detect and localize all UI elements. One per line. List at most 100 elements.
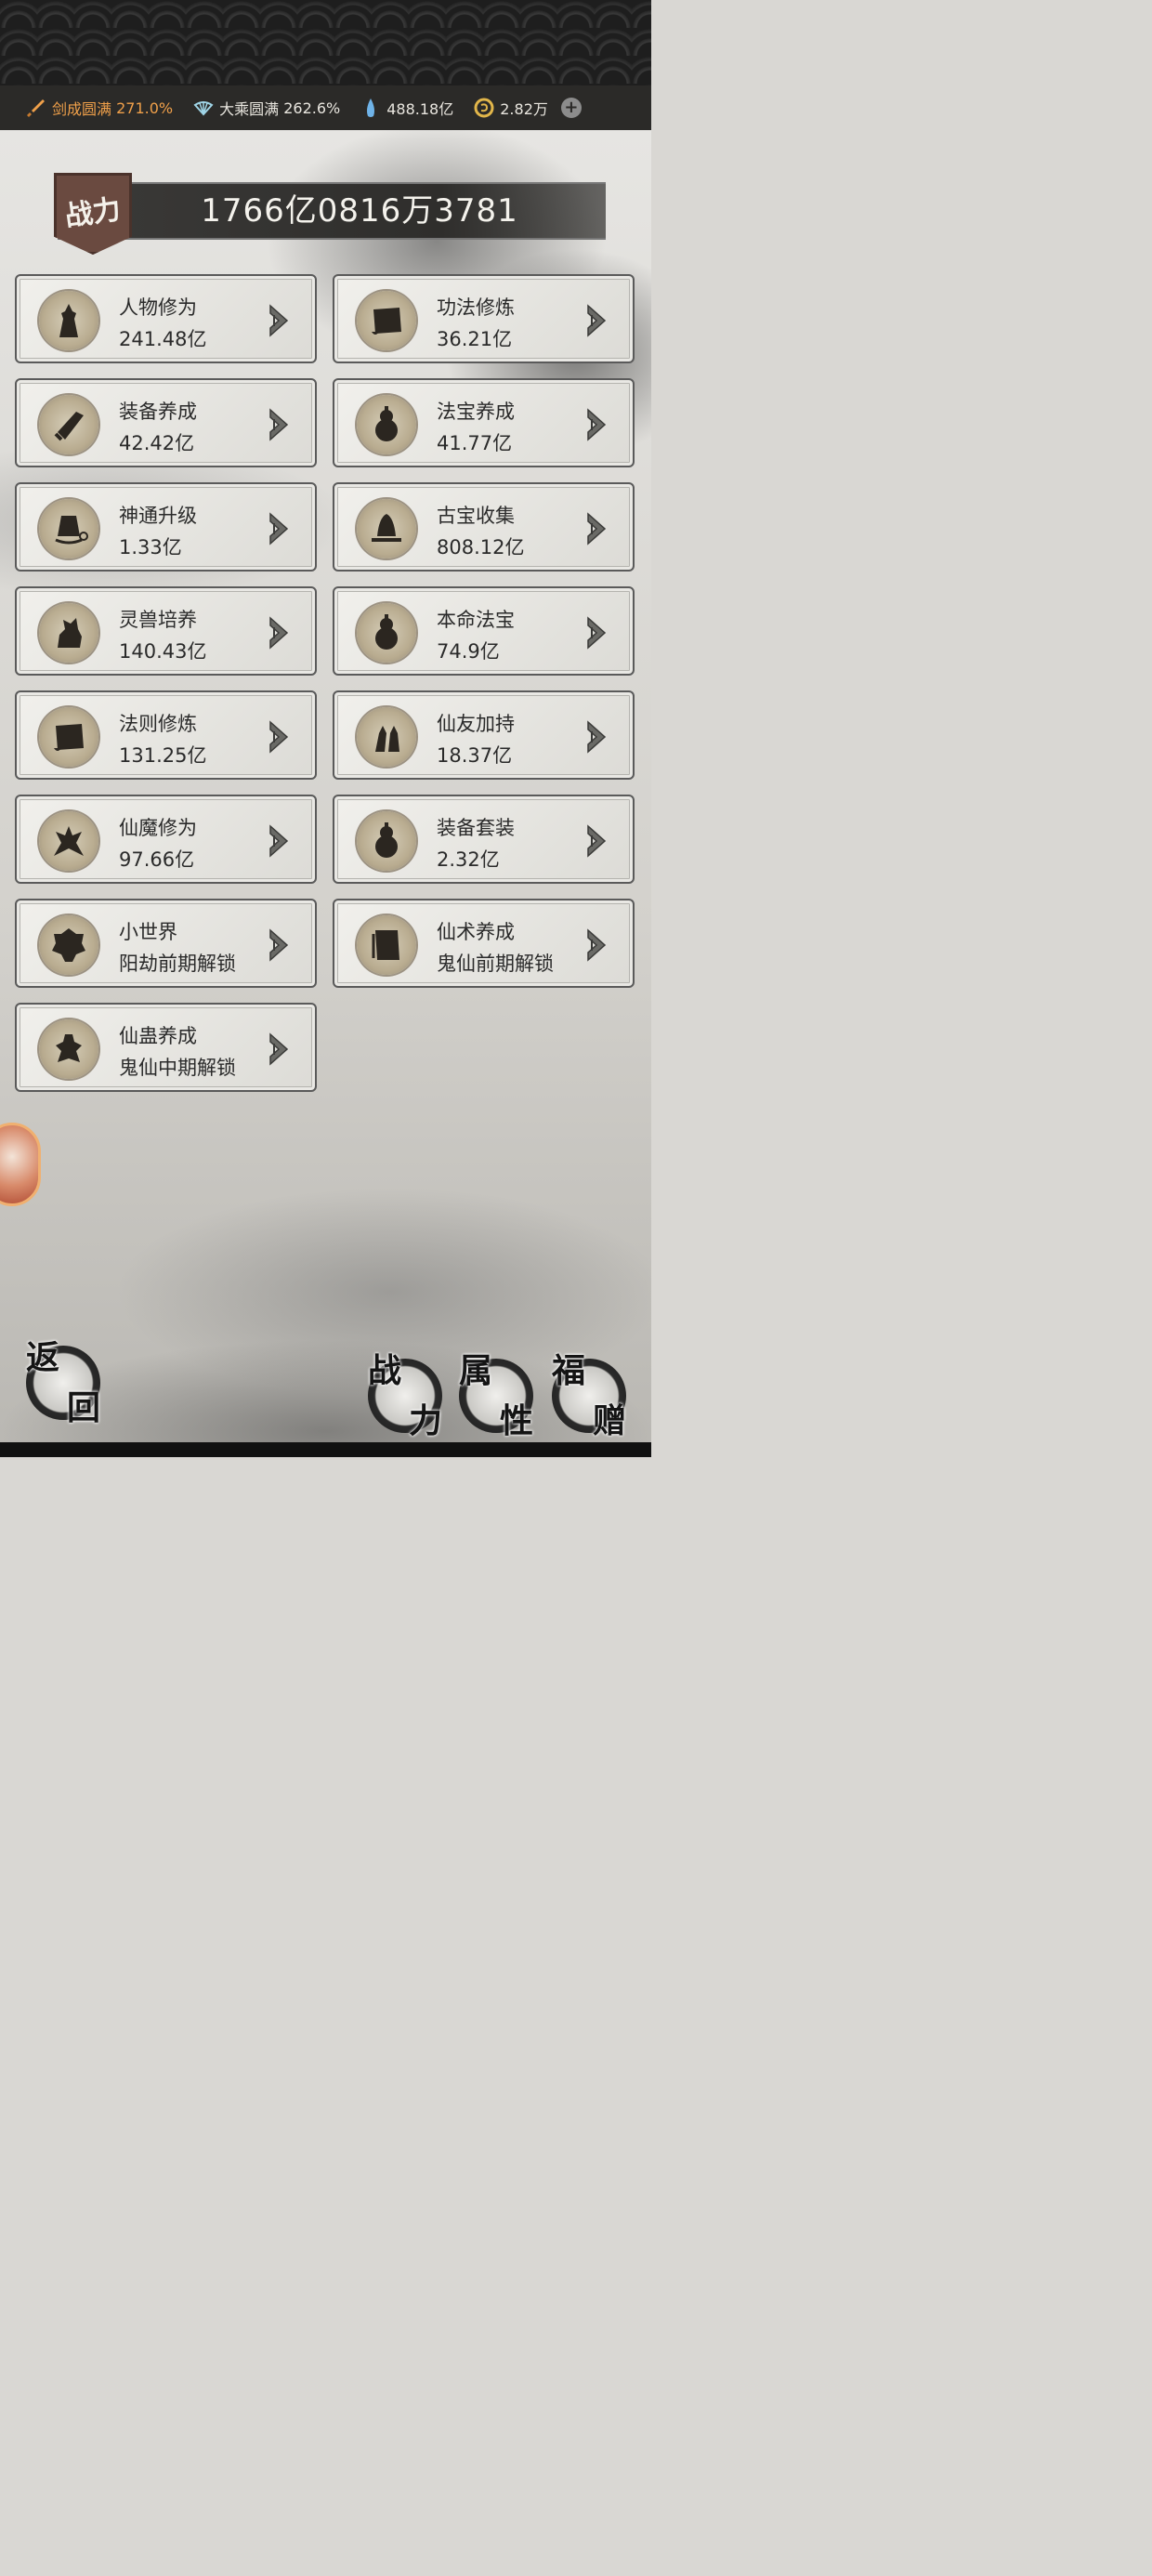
coin-icon	[474, 98, 494, 118]
power-banner-label: 战力	[62, 192, 124, 234]
card-emblem	[357, 915, 416, 975]
crystal-icon	[367, 99, 375, 117]
back-char-1: 返	[26, 1338, 60, 1377]
world-icon	[52, 928, 85, 962]
chevron-right-icon[interactable]	[268, 510, 291, 547]
chevron-right-icon[interactable]	[268, 1031, 291, 1068]
chevron-right-icon[interactable]	[586, 510, 609, 547]
card-value: 131.25亿	[119, 744, 207, 767]
spirit-stones: 488.18亿	[360, 97, 453, 119]
card-value: 74.9亿	[437, 640, 500, 663]
power-card[interactable]: 灵兽培养 140.43亿	[15, 586, 317, 676]
power-card[interactable]: 小世界 阳劫前期解锁	[15, 899, 317, 988]
card-title: 小世界	[119, 921, 177, 943]
chevron-right-icon[interactable]	[268, 927, 291, 964]
card-emblem	[39, 603, 98, 663]
card-title: 本命法宝	[437, 609, 515, 631]
gourd-icon	[375, 614, 398, 650]
tab-gifts-char-1: 福	[552, 1351, 586, 1390]
card-value: 36.21亿	[437, 328, 513, 350]
equipment-icon	[54, 412, 84, 441]
tab-gifts[interactable]: 福赠	[552, 1351, 626, 1438]
chevron-right-icon[interactable]	[586, 614, 609, 651]
spirit-stones-value: 488.18亿	[386, 100, 454, 118]
card-title: 仙魔修为	[119, 817, 197, 839]
card-value: 鬼仙中期解锁	[119, 1057, 236, 1079]
card-emblem	[357, 499, 416, 559]
power-card[interactable]: 装备养成 42.42亿	[15, 378, 317, 467]
power-card[interactable]: 人物修为 241.48亿	[15, 274, 317, 363]
card-value: 鬼仙前期解锁	[437, 953, 554, 975]
card-title: 法宝养成	[437, 401, 515, 423]
realm-sword: 剑成圆满 271.0%	[26, 97, 173, 119]
card-title: 神通升级	[119, 505, 197, 527]
tab-attributes-char-2: 性	[499, 1400, 533, 1440]
power-card[interactable]: 功法修炼 36.21亿	[333, 274, 635, 363]
card-title: 古宝收集	[437, 505, 515, 527]
chevron-right-icon[interactable]	[268, 406, 291, 443]
chevron-right-icon[interactable]	[586, 406, 609, 443]
fan-icon	[193, 101, 214, 116]
realm2-value: 262.6%	[283, 99, 341, 117]
power-card[interactable]: 仙术养成 鬼仙前期解锁	[333, 899, 635, 988]
power-card[interactable]: 装备套装 2.32亿	[333, 795, 635, 884]
tab-attributes[interactable]: 属性	[459, 1351, 533, 1440]
chevron-right-icon[interactable]	[586, 718, 609, 756]
scroll-icon	[54, 724, 84, 751]
beast-icon	[58, 618, 82, 648]
resource-bar: 剑成圆满 271.0% 大乘圆满 262.6% 488.18亿 2.82万 +	[0, 85, 651, 130]
power-card[interactable]: 仙友加持 18.37亿	[333, 690, 635, 780]
chevron-right-icon[interactable]	[586, 302, 609, 339]
chevron-right-icon[interactable]	[268, 302, 291, 339]
power-card[interactable]: 本命法宝 74.9亿	[333, 586, 635, 676]
scroll-icon	[372, 308, 401, 335]
demon-icon	[54, 826, 84, 856]
card-emblem	[39, 1019, 98, 1079]
card-value: 41.77亿	[437, 432, 513, 454]
card-emblem	[39, 707, 98, 767]
realm-fan: 大乘圆满 262.6%	[193, 97, 340, 119]
decorative-wave-band	[0, 0, 651, 85]
card-title: 法则修炼	[119, 713, 197, 735]
card-emblem	[357, 291, 416, 350]
card-emblem	[39, 811, 98, 871]
card-emblem	[39, 499, 98, 559]
realm2-label: 大乘圆满	[219, 100, 280, 118]
chevron-right-icon[interactable]	[586, 927, 609, 964]
card-value: 42.42亿	[119, 432, 195, 454]
chevron-right-icon[interactable]	[586, 822, 609, 860]
card-emblem	[357, 707, 416, 767]
power-card[interactable]: 法则修炼 131.25亿	[15, 690, 317, 780]
chevron-right-icon[interactable]	[268, 718, 291, 756]
card-value: 140.43亿	[119, 640, 207, 663]
power-card[interactable]: 神通升级 1.33亿	[15, 482, 317, 572]
card-emblem	[357, 811, 416, 871]
card-value: 阳劫前期解锁	[119, 953, 236, 975]
card-value: 1.33亿	[119, 536, 182, 559]
power-card[interactable]: 古宝收集 808.12亿	[333, 482, 635, 572]
gourd-icon	[375, 822, 398, 858]
back-button[interactable]: 返回	[26, 1338, 100, 1427]
avatar[interactable]	[0, 1123, 41, 1206]
bottom-strip	[0, 1442, 651, 1457]
back-char-2: 回	[66, 1387, 100, 1427]
bell-icon	[55, 516, 88, 545]
tab-power[interactable]: 战力	[368, 1351, 442, 1438]
card-emblem	[39, 291, 98, 350]
realm1-label: 剑成圆满	[52, 100, 112, 118]
tab-attributes-char-1: 属	[459, 1351, 493, 1390]
card-title: 装备养成	[119, 401, 197, 423]
power-card[interactable]: 仙蛊养成 鬼仙中期解锁	[15, 1003, 317, 1092]
chevron-right-icon[interactable]	[268, 614, 291, 651]
currency: 2.82万	[474, 97, 548, 119]
chevron-right-icon[interactable]	[268, 822, 291, 860]
add-currency-button[interactable]: +	[560, 98, 582, 118]
card-title: 灵兽培养	[119, 609, 197, 631]
tab-power-char-1: 战	[368, 1351, 402, 1390]
power-card[interactable]: 仙魔修为 97.66亿	[15, 795, 317, 884]
power-card[interactable]: 法宝养成 41.77亿	[333, 378, 635, 467]
ancient-bell-icon	[372, 514, 401, 542]
gu-icon	[56, 1034, 82, 1062]
card-value: 808.12亿	[437, 536, 525, 559]
currency-value: 2.82万	[500, 100, 548, 118]
